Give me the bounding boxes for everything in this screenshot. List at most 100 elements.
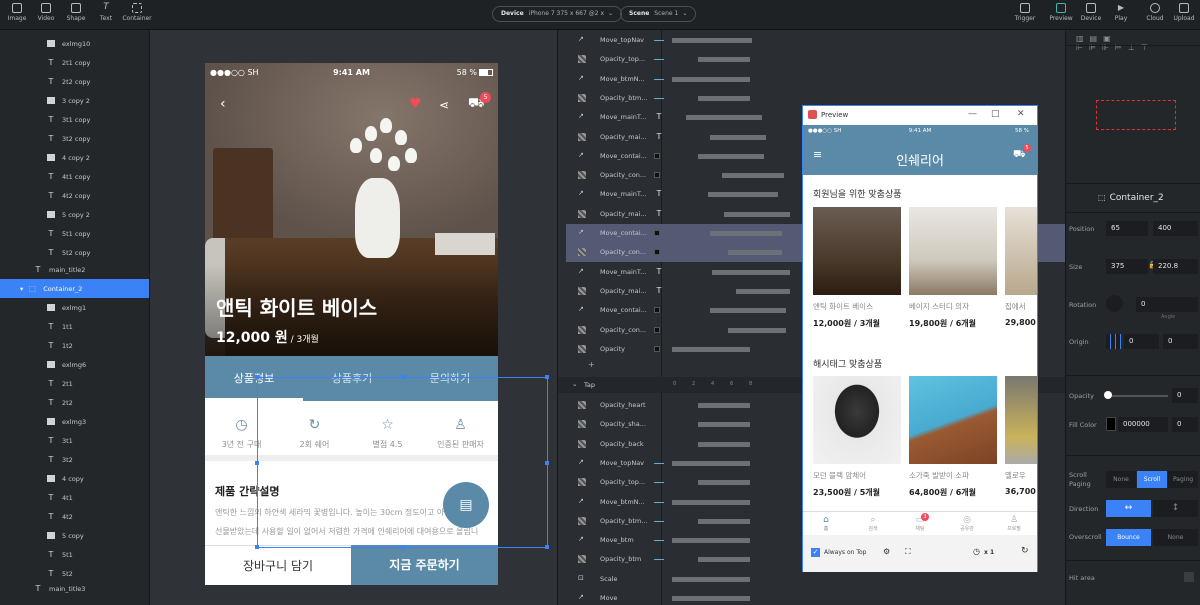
tab-search[interactable]: ⌕ 검색: [850, 515, 896, 532]
product-card[interactable]: 집에서 29,800: [1005, 207, 1037, 327]
layer-item[interactable]: T 4t1: [0, 488, 149, 507]
layer-item[interactable]: exlmg1: [0, 298, 149, 317]
animation-bar[interactable]: [672, 499, 750, 505]
opacity-input[interactable]: 0: [1172, 388, 1198, 403]
layer-item[interactable]: exlmg6: [0, 355, 149, 374]
tab-profile[interactable]: ♙ 프로필: [991, 515, 1037, 532]
product-card[interactable]: 소가죽 발받이 소파 64,800원 / 6개월: [909, 376, 997, 498]
animation-bar[interactable]: [712, 269, 790, 275]
layer-item[interactable]: T 4t2: [0, 507, 149, 526]
direction-vertical-button[interactable]: ↕: [1153, 500, 1198, 517]
animation-bar[interactable]: [728, 250, 782, 256]
timeline-row[interactable]: Opacity_top...: [566, 50, 1066, 69]
animation-bar[interactable]: [672, 538, 750, 544]
layer-item[interactable]: 3 copy 2: [0, 91, 149, 110]
animation-bar[interactable]: [736, 288, 790, 294]
product-card[interactable]: 앤틱 화이트 베이스 12,000원 / 3개월: [813, 207, 901, 329]
resize-handle[interactable]: [401, 545, 405, 549]
layer-item[interactable]: T 2t2 copy: [0, 72, 149, 91]
product-card[interactable]: 모던 블랙 암체어 23,500원 / 5개월: [813, 376, 901, 498]
timeline-row[interactable]: ↗ Move: [566, 589, 1066, 605]
resize-handle[interactable]: [545, 545, 549, 549]
heart-icon[interactable]: ♥: [409, 96, 422, 112]
animation-bar[interactable]: [672, 460, 750, 466]
selection-box[interactable]: [255, 375, 549, 549]
close-icon[interactable]: ✕: [1017, 109, 1025, 119]
chevron-down-icon[interactable]: ⌄: [572, 380, 577, 388]
animation-bar[interactable]: [672, 38, 752, 43]
fullscreen-icon[interactable]: ⛶: [905, 547, 911, 557]
size-height-input[interactable]: 220.8: [1153, 259, 1198, 274]
trigger-tool[interactable]: Trigger: [1010, 3, 1040, 22]
layer-item[interactable]: T 2t2: [0, 393, 149, 412]
layer-item[interactable]: T 1t2: [0, 336, 149, 355]
layer-item[interactable]: T 3t1: [0, 431, 149, 450]
text-tool[interactable]: T Text: [91, 3, 121, 23]
container-tool[interactable]: Container: [122, 3, 152, 22]
layer-item[interactable]: T 2t1: [0, 374, 149, 393]
overscroll-bounce-option[interactable]: Bounce: [1106, 529, 1151, 546]
fill-hex-input[interactable]: 000000: [1118, 417, 1168, 432]
video-tool[interactable]: Video: [31, 3, 61, 22]
preview-window[interactable]: Preview — □ ✕ ●●●○○ SH 9:41 AM 58 % ≡ 인쉐…: [802, 105, 1038, 572]
layer-item[interactable]: Tmain_title2: [0, 260, 149, 279]
add-to-cart-button[interactable]: 장바구니 담기: [205, 545, 351, 585]
layer-item[interactable]: T 4t1 copy: [0, 167, 149, 186]
origin-x-input[interactable]: 0: [1124, 334, 1159, 349]
animation-bar[interactable]: [722, 173, 784, 179]
cloud-tool[interactable]: Cloud: [1140, 3, 1170, 22]
maximize-icon[interactable]: □: [991, 109, 1000, 119]
resize-handle[interactable]: [545, 375, 549, 379]
upload-tool[interactable]: Upload: [1169, 3, 1199, 22]
share-icon[interactable]: ⋖: [439, 98, 449, 112]
fill-color-swatch[interactable]: [1106, 417, 1116, 431]
tab-chat[interactable]: ▭ 채팅: [897, 515, 943, 532]
layer-item[interactable]: T 3t2: [0, 450, 149, 469]
product-card[interactable]: 옐로우 36,700: [1005, 376, 1037, 496]
shape-tool[interactable]: Shape: [61, 3, 91, 22]
size-width-input[interactable]: 375: [1106, 259, 1148, 274]
layer-item[interactable]: T 5t1: [0, 545, 149, 564]
animation-bar[interactable]: [710, 134, 766, 140]
timeline-row[interactable]: ↗ Move_btmN...: [566, 70, 1066, 89]
animation-bar[interactable]: [710, 231, 782, 236]
position-y-input[interactable]: 400: [1153, 221, 1198, 236]
position-x-input[interactable]: 65: [1106, 221, 1148, 236]
opacity-slider[interactable]: [1106, 395, 1168, 397]
device-tool[interactable]: Device: [1076, 3, 1106, 22]
animation-bar[interactable]: [672, 76, 750, 82]
gear-icon[interactable]: ⚙: [883, 547, 890, 556]
layer-item[interactable]: exlmg3: [0, 412, 149, 431]
animation-bar[interactable]: [698, 153, 764, 159]
overscroll-none-option[interactable]: None: [1153, 529, 1198, 546]
hit-area-checkbox[interactable]: [1184, 572, 1194, 582]
animation-bar[interactable]: [686, 115, 762, 121]
preview-tool[interactable]: Preview: [1046, 3, 1076, 22]
layer-item[interactable]: exlmg10: [0, 34, 149, 53]
origin-y-input[interactable]: 0: [1163, 334, 1198, 349]
animation-bar[interactable]: [672, 346, 750, 352]
add-animation-icon[interactable]: +: [588, 360, 595, 369]
resize-handle[interactable]: [255, 545, 259, 549]
animation-bar[interactable]: [710, 308, 786, 314]
animation-bar[interactable]: [698, 480, 750, 486]
scene-selector[interactable]: Scene Scene 1 ⌄: [620, 6, 697, 22]
animation-bar[interactable]: [724, 211, 790, 217]
layer-item[interactable]: 5 copy 2: [0, 205, 149, 224]
device-selector[interactable]: Device iPhone 7 375 x 667 @2 x ⌄: [492, 6, 623, 22]
animation-bar[interactable]: [698, 518, 750, 524]
scroll-none-option[interactable]: None: [1106, 471, 1136, 488]
opacity-slider-handle[interactable]: [1104, 391, 1112, 399]
animation-bar[interactable]: [698, 95, 750, 101]
product-card[interactable]: 베이지 스터디 의자 19,800원 / 6개월: [909, 207, 997, 329]
layer-item[interactable]: T 5t1 copy: [0, 224, 149, 243]
layer-item[interactable]: Tmain_title3: [0, 579, 149, 598]
layer-item[interactable]: 4 copy: [0, 469, 149, 488]
tab-home[interactable]: ⌂ 홈: [803, 515, 849, 532]
tab-share[interactable]: ◎ 공유관: [944, 515, 990, 532]
layer-item[interactable]: 5 copy: [0, 526, 149, 545]
animation-bar[interactable]: [698, 57, 750, 63]
animation-bar[interactable]: [708, 192, 778, 198]
timeline-row[interactable]: ⊡ Scale: [566, 570, 1066, 589]
animation-bar[interactable]: [728, 327, 786, 333]
